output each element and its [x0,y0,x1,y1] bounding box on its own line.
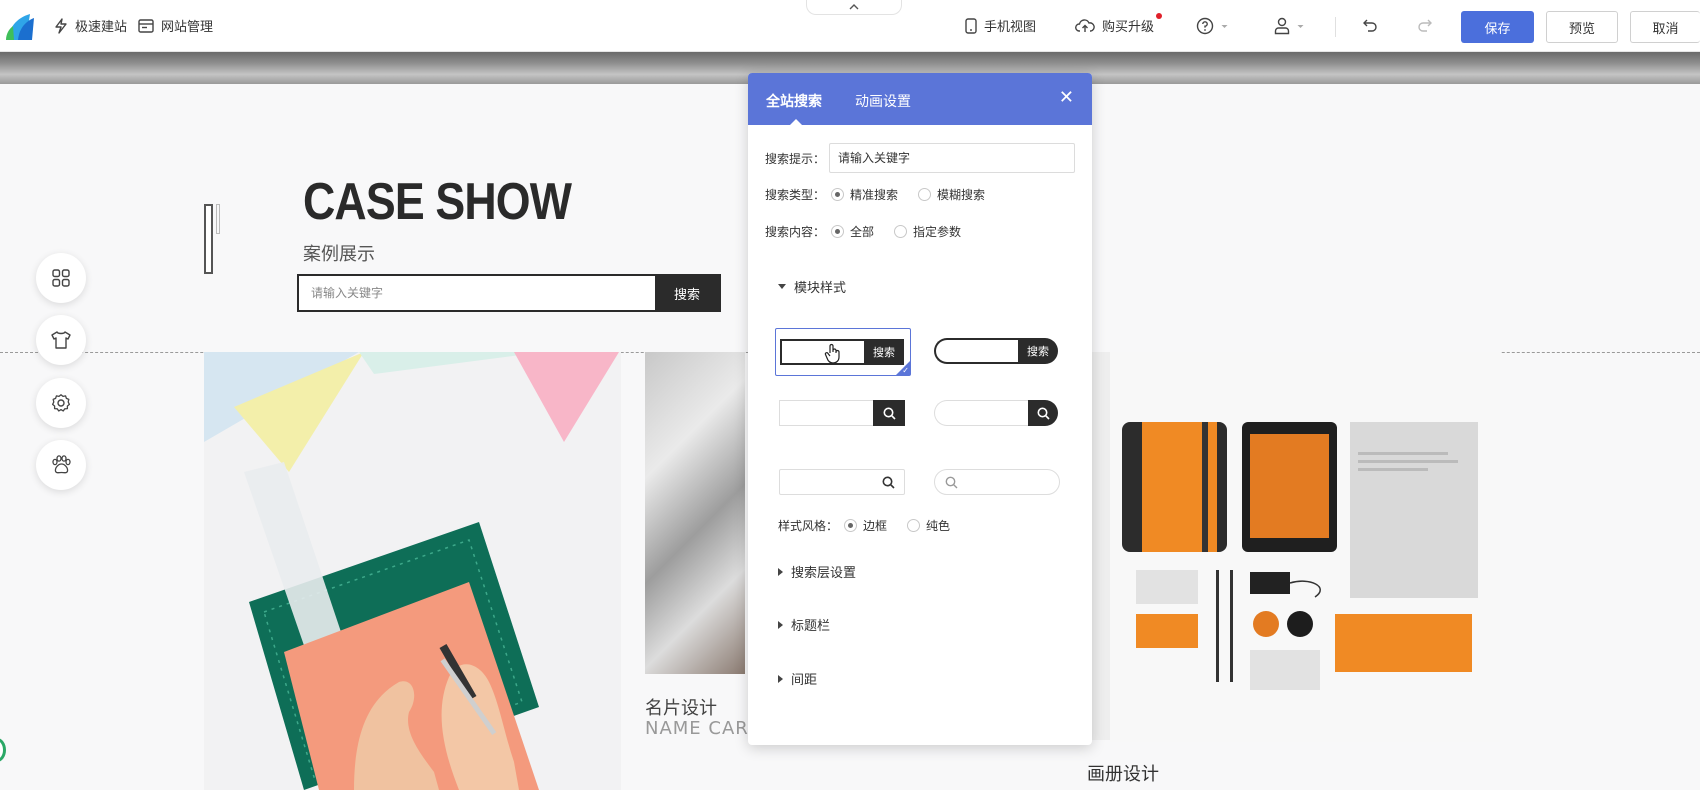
search-icon [883,407,896,420]
logo-icon[interactable] [4,10,36,42]
ruler-decoration [204,204,213,274]
search-type-label: 搜索类型： [765,188,826,202]
save-button[interactable]: 保存 [1461,11,1534,43]
site-manage-label: 网站管理 [161,20,214,35]
search-settings-panel: 全站搜索 动画设置 ✕ 搜索提示： 请输入关键字 搜索类型： 精准搜索 模糊搜索… [748,73,1092,745]
tab-site-search[interactable]: 全站搜索 [766,91,822,111]
settings-tool-button[interactable] [36,378,86,428]
site-search-module[interactable]: 请输入关键字 搜索 [297,274,721,312]
undo-button[interactable] [1362,18,1378,32]
search-type-row: 搜索类型： 精准搜索 模糊搜索 [765,186,999,203]
style-option-6[interactable] [934,469,1060,495]
quick-build-label: 极速建站 [75,20,128,35]
spacing-section[interactable]: 间距 [778,669,817,688]
module-style-section[interactable]: 模块样式 [778,277,846,296]
collapse-toolbar-tab[interactable] [806,0,902,15]
notification-dot [1156,13,1163,19]
case-caption-brochure: 画册设计 [1087,764,1159,785]
cancel-button[interactable]: 取消 [1630,11,1700,43]
window-icon [138,18,154,33]
caret-down-icon [1297,24,1304,28]
title-bar-section[interactable]: 标题栏 [778,615,830,634]
search-hint-label: 搜索提示： [765,151,826,166]
style-option-5[interactable] [779,469,905,495]
caret-right-icon [778,567,783,576]
undo-icon [1363,19,1377,32]
phone-icon [965,17,977,34]
style-option-1[interactable]: 搜索 ✓ [775,328,911,376]
site-search-button[interactable]: 搜索 [655,276,719,310]
toolbar-divider [1335,17,1336,37]
search-type-exact-radio[interactable]: 精准搜索 [831,186,898,203]
search-content-all-radio[interactable]: 全部 [831,223,874,240]
search-content-row: 搜索内容： 全部 指定参数 [765,223,975,240]
tab-animation-settings[interactable]: 动画设置 [855,91,911,111]
search-content-label: 搜索内容： [765,225,826,239]
cloud-upload-icon [1075,19,1095,32]
help-icon [1196,17,1214,35]
preview-button[interactable]: 预览 [1546,11,1618,43]
close-icon[interactable]: ✕ [1059,89,1074,107]
site-search-input[interactable]: 请输入关键字 [299,276,655,310]
chevron-up-icon [849,4,859,10]
mobile-view-label: 手机视图 [984,20,1037,35]
case-show-title: CASE SHOW [303,173,572,231]
caret-right-icon [778,674,783,683]
search-icon [1037,407,1050,420]
modules-tool-button[interactable] [36,253,86,303]
mobile-view-button[interactable]: 手机视图 [965,16,1036,35]
help-button[interactable] [1196,17,1228,35]
redo-icon [1418,19,1432,32]
theme-tool-button[interactable] [36,315,86,365]
hand-cursor-icon [824,343,840,364]
pet-tool-button[interactable] [36,440,86,490]
search-hint-row: 搜索提示： 请输入关键字 [765,143,1076,173]
site-manage-button[interactable]: 网站管理 [138,16,213,35]
caret-right-icon [778,620,783,629]
case-image-crafting[interactable] [204,352,621,790]
top-toolbar: 极速建站 网站管理 手机视图 购买升级 保存 预览 取消 [0,0,1700,52]
search-type-fuzzy-radio[interactable]: 模糊搜索 [918,186,985,203]
style-border-radio[interactable]: 边框 [844,517,887,534]
case-image-name-card[interactable] [645,352,745,674]
paw-icon [52,455,71,474]
tshirt-icon [51,331,71,349]
case-show-subtitle: 案例展示 [303,244,375,265]
user-menu-button[interactable] [1274,17,1304,35]
lightning-icon [55,17,67,34]
search-hint-input[interactable]: 请输入关键字 [829,143,1076,173]
grid-icon [52,269,70,287]
quick-build-button[interactable]: 极速建站 [54,16,127,35]
search-icon [945,476,958,489]
search-icon [882,476,895,489]
buy-upgrade-label: 购买升级 [1102,20,1155,35]
buy-upgrade-button[interactable]: 购买升级 [1075,13,1163,35]
style-solid-radio[interactable]: 纯色 [907,517,950,534]
case-caption-subtitle: NAME CARD [645,718,764,739]
stationery-photo [1110,352,1500,742]
ruler-decoration [216,204,220,234]
user-icon [1274,17,1290,35]
search-layer-section[interactable]: 搜索层设置 [778,562,856,581]
crafting-photo [204,352,621,790]
style-variant-row: 样式风格： 边框 纯色 [778,517,964,534]
case-image-brochure[interactable] [1110,352,1500,742]
panel-header: 全站搜索 动画设置 ✕ [748,73,1092,125]
active-tab-indicator [790,119,802,125]
card-shadow [1092,352,1110,740]
gear-icon [51,394,71,412]
style-variant-label: 样式风格： [778,519,839,533]
check-icon: ✓ [902,366,909,375]
redo-button[interactable] [1417,18,1433,32]
case-caption-title: 名片设计 [645,698,717,719]
caret-down-icon [1221,24,1228,28]
search-content-param-radio[interactable]: 指定参数 [894,223,961,240]
caret-down-icon [778,284,786,289]
